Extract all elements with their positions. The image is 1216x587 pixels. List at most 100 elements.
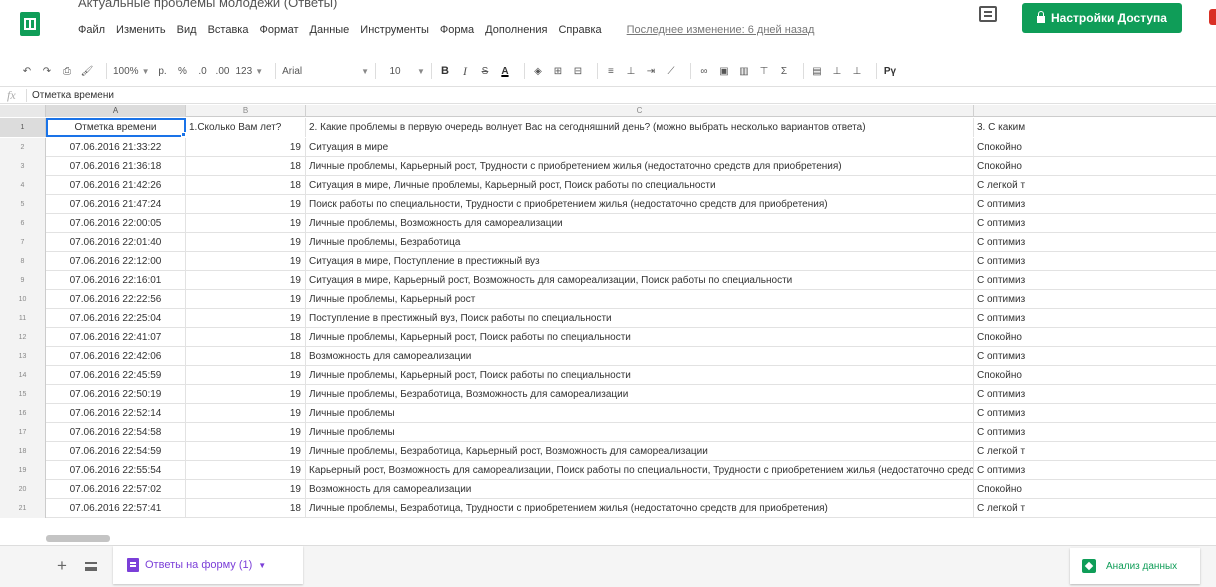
text-color-button[interactable]: A bbox=[498, 61, 512, 81]
chevron-down-icon[interactable]: ▼ bbox=[361, 67, 369, 76]
input-tools-button[interactable]: Рү bbox=[883, 61, 897, 81]
font-size-select[interactable]: 10 bbox=[382, 61, 408, 81]
cell-problems[interactable]: Личные проблемы, Безработица, Возможност… bbox=[306, 385, 974, 404]
cell-mood[interactable]: С оптимиз bbox=[974, 309, 1216, 328]
menu-edit[interactable]: Изменить bbox=[116, 24, 173, 36]
cell-age[interactable]: 19 bbox=[186, 195, 306, 214]
zoom-select[interactable]: 100% ▼ bbox=[113, 61, 150, 81]
menu-file[interactable]: Файл bbox=[78, 24, 112, 36]
chevron-down-icon[interactable]: ▼ bbox=[258, 561, 266, 570]
row-number[interactable]: 18 bbox=[0, 442, 46, 461]
cell-timestamp[interactable]: 07.06.2016 22:00:05 bbox=[46, 214, 186, 233]
cell-d1[interactable]: 3. С каким bbox=[974, 118, 1216, 137]
row-number[interactable]: 11 bbox=[0, 309, 46, 328]
cell-age[interactable]: 19 bbox=[186, 271, 306, 290]
row-number[interactable]: 1 bbox=[0, 118, 46, 137]
cell-age[interactable]: 19 bbox=[186, 309, 306, 328]
cell-timestamp[interactable]: 07.06.2016 22:54:58 bbox=[46, 423, 186, 442]
cell-age[interactable]: 19 bbox=[186, 366, 306, 385]
sheet-tab-form-responses[interactable]: Ответы на форму (1) ▼ bbox=[113, 546, 303, 584]
cell-mood[interactable]: С оптимиз bbox=[974, 347, 1216, 366]
borders-icon[interactable]: ⊞ bbox=[551, 61, 565, 81]
cell-problems[interactable]: Личные проблемы, Возможность для самореа… bbox=[306, 214, 974, 233]
cell-problems[interactable]: Ситуация в мире, Личные проблемы, Карьер… bbox=[306, 176, 974, 195]
cell-timestamp[interactable]: 07.06.2016 22:25:04 bbox=[46, 309, 186, 328]
column-header-c[interactable]: C bbox=[306, 105, 974, 117]
row-number[interactable]: 16 bbox=[0, 404, 46, 423]
format-icon-3[interactable]: ⊥ bbox=[850, 61, 864, 81]
row-number[interactable]: 19 bbox=[0, 461, 46, 480]
redo-icon[interactable]: ↷ bbox=[40, 61, 54, 81]
cell-timestamp[interactable]: 07.06.2016 22:52:14 bbox=[46, 404, 186, 423]
column-header-a[interactable]: A bbox=[46, 105, 186, 117]
cell-age[interactable]: 19 bbox=[186, 290, 306, 309]
comments-icon[interactable] bbox=[979, 6, 997, 22]
cell-mood[interactable]: С оптимиз bbox=[974, 423, 1216, 442]
cell-mood[interactable]: С оптимиз bbox=[974, 252, 1216, 271]
row-number[interactable]: 17 bbox=[0, 423, 46, 442]
cell-problems[interactable]: Личные проблемы bbox=[306, 423, 974, 442]
cell-mood[interactable]: С оптимиз bbox=[974, 214, 1216, 233]
share-button[interactable]: Настройки Доступа bbox=[1022, 3, 1182, 33]
menu-tools[interactable]: Инструменты bbox=[360, 24, 436, 36]
cell-problems[interactable]: Личные проблемы, Безработица, Карьерный … bbox=[306, 442, 974, 461]
last-edit-link[interactable]: Последнее изменение: 6 дней назад bbox=[627, 24, 822, 36]
cell-timestamp[interactable]: 07.06.2016 22:54:59 bbox=[46, 442, 186, 461]
cell-problems[interactable]: Личные проблемы, Карьерный рост, Поиск р… bbox=[306, 366, 974, 385]
cell-problems[interactable]: Ситуация в мире, Карьерный рост, Возможн… bbox=[306, 271, 974, 290]
cell-mood[interactable]: С оптимиз bbox=[974, 385, 1216, 404]
cell-problems[interactable]: Личные проблемы, Карьерный рост, Труднос… bbox=[306, 157, 974, 176]
menu-view[interactable]: Вид bbox=[177, 24, 204, 36]
format-icon-1[interactable]: ▤ bbox=[810, 61, 824, 81]
cell-timestamp[interactable]: 07.06.2016 22:57:02 bbox=[46, 480, 186, 499]
text-wrap-icon[interactable]: ⇥ bbox=[644, 61, 658, 81]
row-number[interactable]: 10 bbox=[0, 290, 46, 309]
row-number[interactable]: 20 bbox=[0, 480, 46, 499]
cell-age[interactable]: 19 bbox=[186, 461, 306, 480]
cell-problems[interactable]: Возможность для самореализации bbox=[306, 347, 974, 366]
cell-problems[interactable]: Поиск работы по специальности, Трудности… bbox=[306, 195, 974, 214]
currency-format-button[interactable]: р. bbox=[156, 61, 170, 81]
menu-addons[interactable]: Дополнения bbox=[485, 24, 554, 36]
format-icon-2[interactable]: ⊥ bbox=[830, 61, 844, 81]
row-number[interactable]: 14 bbox=[0, 366, 46, 385]
cell-timestamp[interactable]: 07.06.2016 22:12:00 bbox=[46, 252, 186, 271]
cell-problems[interactable]: Возможность для самореализации bbox=[306, 480, 974, 499]
percent-format-button[interactable]: % bbox=[176, 61, 190, 81]
row-number[interactable]: 8 bbox=[0, 252, 46, 271]
cell-mood[interactable]: С оптимиз bbox=[974, 195, 1216, 214]
text-rotation-icon[interactable]: ⟋ bbox=[664, 61, 678, 81]
row-number[interactable]: 13 bbox=[0, 347, 46, 366]
row-number[interactable]: 6 bbox=[0, 214, 46, 233]
cell-timestamp[interactable]: 07.06.2016 22:16:01 bbox=[46, 271, 186, 290]
cell-timestamp[interactable]: 07.06.2016 21:36:18 bbox=[46, 157, 186, 176]
menu-format[interactable]: Формат bbox=[259, 24, 305, 36]
row-number[interactable]: 4 bbox=[0, 176, 46, 195]
cell-mood[interactable]: С легкой т bbox=[974, 442, 1216, 461]
cell-timestamp[interactable]: 07.06.2016 21:47:24 bbox=[46, 195, 186, 214]
menu-data[interactable]: Данные bbox=[310, 24, 357, 36]
insert-chart-icon[interactable]: ▥ bbox=[737, 61, 751, 81]
cell-age[interactable]: 19 bbox=[186, 404, 306, 423]
cell-age[interactable]: 19 bbox=[186, 138, 306, 157]
horizontal-scrollbar[interactable] bbox=[46, 535, 110, 542]
cell-mood[interactable]: С легкой т bbox=[974, 176, 1216, 195]
menu-help[interactable]: Справка bbox=[558, 24, 608, 36]
functions-icon[interactable]: Σ bbox=[777, 61, 791, 81]
cell-mood[interactable]: С оптимиз bbox=[974, 233, 1216, 252]
fill-color-icon[interactable]: ◈ bbox=[531, 61, 545, 81]
cell-problems[interactable]: Ситуация в мире bbox=[306, 138, 974, 157]
row-number[interactable]: 21 bbox=[0, 499, 46, 518]
cell-timestamp[interactable]: 07.06.2016 22:22:56 bbox=[46, 290, 186, 309]
cell-a1[interactable]: Отметка времени bbox=[46, 118, 186, 137]
filter-icon[interactable]: ⊤ bbox=[757, 61, 771, 81]
cell-mood[interactable]: С оптимиз bbox=[974, 461, 1216, 480]
row-number[interactable]: 5 bbox=[0, 195, 46, 214]
italic-button[interactable]: I bbox=[458, 61, 472, 81]
select-all-corner[interactable] bbox=[0, 105, 46, 117]
cell-timestamp[interactable]: 07.06.2016 21:42:26 bbox=[46, 176, 186, 195]
cell-age[interactable]: 18 bbox=[186, 157, 306, 176]
cell-problems[interactable]: Личные проблемы, Карьерный рост, Поиск р… bbox=[306, 328, 974, 347]
cell-c1[interactable]: 2. Какие проблемы в первую очередь волну… bbox=[306, 118, 974, 137]
row-number[interactable]: 15 bbox=[0, 385, 46, 404]
